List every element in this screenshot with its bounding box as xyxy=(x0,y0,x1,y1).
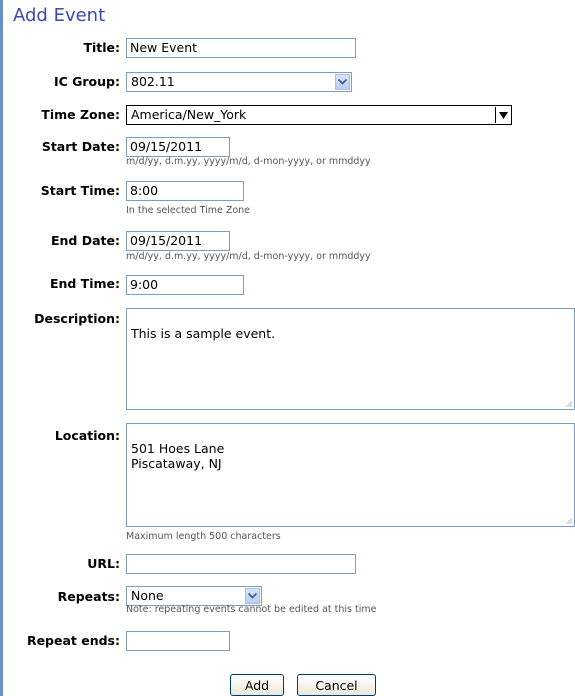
time-zone-value: America/New_York xyxy=(131,107,247,122)
ic-group-select[interactable]: 802.11 xyxy=(126,72,352,92)
end-time-label: End Time: xyxy=(49,276,120,291)
time-zone-label: Time Zone: xyxy=(41,107,120,122)
start-date-label: Start Date: xyxy=(41,139,120,154)
description-textarea[interactable]: This is a sample event. xyxy=(126,308,575,410)
description-text: This is a sample event. xyxy=(131,326,276,341)
start-date-hint: m/d/yy, d.m.yy, yyyy/m/d, d-mon-yyyy, or… xyxy=(126,156,371,167)
resize-grip-icon[interactable] xyxy=(566,401,572,407)
page-title: Add Event xyxy=(13,5,106,26)
ic-group-label: IC Group: xyxy=(53,74,120,89)
left-accent-bar xyxy=(0,0,3,696)
cancel-button[interactable]: Cancel xyxy=(297,674,376,696)
start-date-input[interactable]: 09/15/2011 xyxy=(126,137,230,157)
location-text: 501 Hoes Lane Piscataway, NJ xyxy=(131,441,225,471)
location-hint: Maximum length 500 characters xyxy=(126,531,281,542)
url-label: URL: xyxy=(87,556,120,571)
title-input[interactable]: New Event xyxy=(126,38,356,58)
resize-grip-icon[interactable] xyxy=(566,518,572,524)
end-time-input[interactable]: 9:00 xyxy=(126,275,244,295)
title-label: Title: xyxy=(83,40,120,55)
location-textarea[interactable]: 501 Hoes Lane Piscataway, NJ xyxy=(126,423,575,527)
start-time-label: Start Time: xyxy=(40,183,120,198)
url-input[interactable] xyxy=(126,554,356,574)
triangle-down-icon[interactable] xyxy=(495,107,510,123)
repeats-value: None xyxy=(131,588,164,603)
repeats-label: Repeats: xyxy=(57,589,120,604)
location-label: Location: xyxy=(54,428,120,443)
end-date-hint: m/d/yy, d.m.yy, yyyy/m/d, d-mon-yyyy, or… xyxy=(126,251,371,262)
ic-group-value: 802.11 xyxy=(131,74,175,89)
repeat-ends-label: Repeat ends: xyxy=(26,633,120,648)
end-date-input[interactable]: 09/15/2011 xyxy=(126,231,230,251)
description-label: Description: xyxy=(34,311,120,326)
start-time-hint: In the selected Time Zone xyxy=(126,205,251,216)
start-time-input[interactable]: 8:00 xyxy=(126,181,244,201)
repeats-hint: Note: repeating events cannot be edited … xyxy=(126,604,377,615)
repeat-ends-input[interactable] xyxy=(126,631,230,651)
time-zone-select[interactable]: America/New_York xyxy=(126,105,512,125)
repeats-select[interactable]: None xyxy=(126,586,262,606)
add-button[interactable]: Add xyxy=(230,674,284,696)
chevron-down-icon[interactable] xyxy=(335,74,350,90)
end-date-label: End Date: xyxy=(50,233,120,248)
chevron-down-icon[interactable] xyxy=(245,588,260,604)
